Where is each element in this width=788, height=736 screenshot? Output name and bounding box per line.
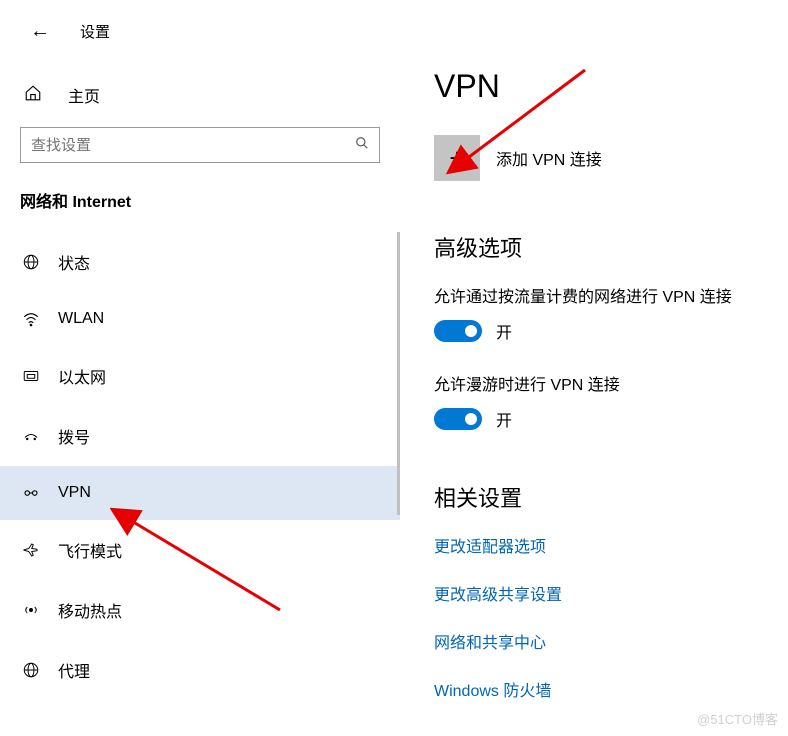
- vpn-icon: [20, 484, 42, 502]
- nav-label: 移动热点: [58, 598, 122, 622]
- search-box[interactable]: [20, 127, 380, 163]
- proxy-icon: [20, 661, 42, 679]
- main-content: VPN + 添加 VPN 连接 高级选项 允许通过按流量计费的网络进行 VPN …: [400, 0, 788, 736]
- nav-label: 飞行模式: [58, 538, 122, 562]
- plus-icon: +: [434, 135, 480, 181]
- section-title: 网络和 Internet: [0, 188, 400, 232]
- toggle-roaming-switch[interactable]: [434, 408, 482, 430]
- link-adapter-options[interactable]: 更改适配器选项: [434, 533, 788, 557]
- nav-label: 代理: [58, 658, 90, 682]
- link-network-center[interactable]: 网络和共享中心: [434, 629, 788, 653]
- toggle-metered-state: 开: [496, 319, 512, 343]
- nav-label: WLAN: [58, 310, 104, 328]
- nav-label: 拨号: [58, 424, 90, 448]
- nav-label: 状态: [58, 250, 90, 274]
- toggle-roaming-label: 允许漫游时进行 VPN 连接: [434, 371, 788, 395]
- nav-item-dialup[interactable]: 拨号: [0, 406, 400, 466]
- nav-item-proxy[interactable]: 代理: [0, 640, 400, 700]
- ethernet-icon: [20, 367, 42, 385]
- nav-item-status[interactable]: 状态: [0, 232, 400, 292]
- watermark: @51CTO博客: [697, 709, 778, 728]
- airplane-icon: [20, 541, 42, 559]
- globe-icon: [20, 253, 42, 271]
- wifi-icon: [20, 310, 42, 328]
- toggle-metered-switch[interactable]: [434, 320, 482, 342]
- nav-item-airplane[interactable]: 飞行模式: [0, 520, 400, 580]
- nav-item-wlan[interactable]: WLAN: [0, 292, 400, 346]
- toggle-roaming: 允许漫游时进行 VPN 连接 开: [434, 371, 788, 431]
- nav-item-vpn[interactable]: VPN: [0, 466, 400, 520]
- search-icon: [355, 136, 369, 154]
- page-title: VPN: [434, 68, 788, 105]
- home-label: 主页: [68, 83, 100, 107]
- toggle-metered: 允许通过按流量计费的网络进行 VPN 连接 开: [434, 283, 788, 343]
- add-vpn-label: 添加 VPN 连接: [496, 146, 602, 170]
- link-sharing-settings[interactable]: 更改高级共享设置: [434, 581, 788, 605]
- nav-item-hotspot[interactable]: 移动热点: [0, 580, 400, 640]
- hotspot-icon: [20, 601, 42, 619]
- nav-label: VPN: [58, 484, 91, 502]
- toggle-metered-label: 允许通过按流量计费的网络进行 VPN 连接: [434, 283, 788, 307]
- dialup-icon: [20, 427, 42, 445]
- home-link[interactable]: 主页: [0, 73, 400, 127]
- header: ← 设置: [0, 20, 400, 73]
- back-arrow-icon[interactable]: ←: [30, 20, 50, 43]
- advanced-heading: 高级选项: [434, 231, 788, 263]
- scroll-indicator[interactable]: [397, 232, 400, 515]
- header-title: 设置: [80, 21, 110, 42]
- home-icon: [24, 84, 44, 107]
- related-heading: 相关设置: [434, 481, 788, 513]
- nav-item-ethernet[interactable]: 以太网: [0, 346, 400, 406]
- nav-label: 以太网: [58, 364, 106, 388]
- add-vpn-button[interactable]: + 添加 VPN 连接: [434, 135, 788, 181]
- toggle-roaming-state: 开: [496, 407, 512, 431]
- sidebar: ← 设置 主页 网络和 Internet 状态: [0, 0, 400, 736]
- nav-list: 状态 WLAN 以太网 拨号: [0, 232, 400, 700]
- search-input[interactable]: [31, 137, 355, 154]
- link-firewall[interactable]: Windows 防火墙: [434, 677, 788, 701]
